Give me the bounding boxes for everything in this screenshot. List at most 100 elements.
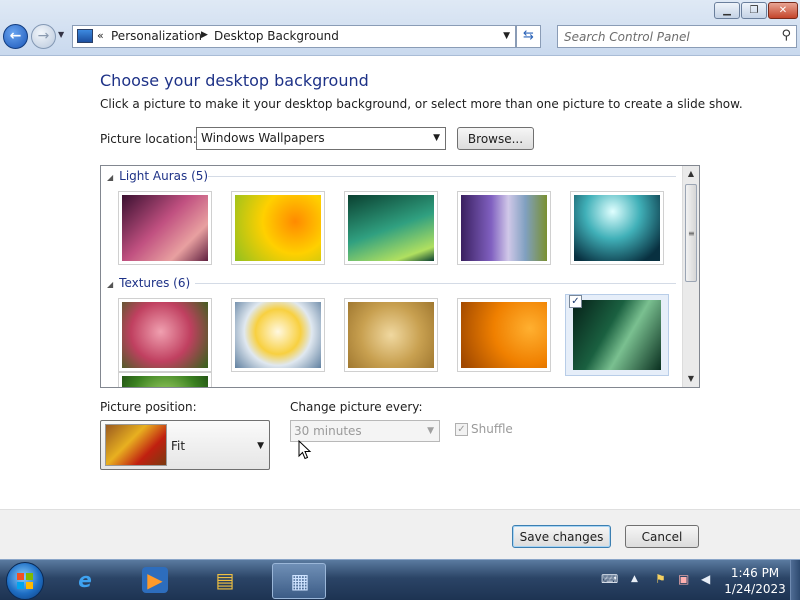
wallpaper-thumb[interactable] (570, 191, 664, 265)
wallpaper-thumb[interactable] (118, 298, 212, 372)
wallpaper-thumb[interactable] (231, 191, 325, 265)
show-hidden-icons-icon[interactable]: ▲ (631, 574, 638, 584)
internet-explorer-icon: e (78, 568, 92, 592)
picture-position-select[interactable]: Fit ▼ (100, 420, 270, 470)
wallpaper-thumb[interactable] (457, 191, 551, 265)
cursor-arrow-icon (298, 439, 312, 460)
change-picture-interval-select[interactable]: 30 minutes ▼ (290, 420, 440, 442)
breadcrumb-desktop-background[interactable]: Desktop Background (214, 29, 339, 43)
media-player-icon: ▶ (142, 567, 168, 593)
scroll-thumb[interactable]: ≡ (685, 184, 697, 282)
refresh-button[interactable]: ⇆ (516, 25, 541, 48)
picture-position-label: Picture position: (100, 400, 197, 414)
wallpaper-image (122, 195, 208, 261)
wallpaper-thumb[interactable] (118, 191, 212, 265)
taskbar: e ▶ ▤ ▦ ⌨ ▲ ⚑ ▣ ◀ 1:46 PM 1/24/2023 (0, 559, 800, 600)
picture-location-label: Picture location: (100, 132, 197, 146)
maximize-button[interactable]: ❐ (741, 2, 767, 19)
breadcrumb-overflow-icon[interactable]: « (97, 29, 104, 42)
forward-button[interactable]: → (31, 24, 56, 49)
search-icon[interactable]: ⚲ (781, 28, 791, 43)
chevron-down-icon: ▼ (427, 426, 434, 436)
clock-time[interactable]: 1:46 PM (730, 566, 780, 580)
picture-location-value: Windows Wallpapers (201, 131, 325, 145)
breadcrumb-arrow-icon[interactable]: ▶ (201, 30, 208, 40)
taskbar-file-explorer[interactable]: ▤ (198, 563, 252, 599)
wallpaper-image (122, 376, 208, 387)
group-divider (208, 176, 676, 177)
gallery-scrollbar[interactable]: ▲ ≡ ▼ (682, 166, 699, 387)
shuffle-label[interactable]: Shuffle (471, 422, 513, 436)
scroll-grip-icon: ≡ (688, 229, 695, 238)
wallpaper-thumb-selected[interactable]: ✓ (565, 294, 669, 376)
group-name: Light Auras (5) (119, 169, 209, 183)
show-desktop-button[interactable] (790, 560, 800, 600)
selected-checkbox[interactable]: ✓ (569, 295, 582, 308)
back-button[interactable]: ← (3, 24, 28, 49)
search-input[interactable] (562, 29, 772, 45)
interval-value: 30 minutes (294, 424, 362, 438)
browse-button[interactable]: Browse... (457, 127, 534, 150)
wallpaper-thumb[interactable] (231, 298, 325, 372)
title-bar: ▁ ❐ ✕ ← → ▼ « Personalization ▶ Desktop … (0, 0, 800, 56)
clock-date[interactable]: 1/24/2023 (722, 582, 788, 596)
collapse-triangle-icon[interactable]: ◢ (107, 173, 113, 182)
picture-location-select[interactable]: Windows Wallpapers ▼ (196, 127, 446, 150)
change-picture-label: Change picture every: (290, 400, 423, 414)
page-description: Click a picture to make it your desktop … (100, 97, 743, 111)
taskbar-media-player[interactable]: ▶ (128, 563, 182, 599)
wallpaper-image (574, 195, 660, 261)
close-button[interactable]: ✕ (768, 2, 798, 19)
wallpaper-thumb[interactable] (118, 372, 212, 387)
back-arrow-icon: ← (9, 28, 22, 44)
wallpaper-thumb[interactable] (457, 298, 551, 372)
wallpaper-image (122, 302, 208, 368)
taskbar-control-panel[interactable]: ▦ (272, 563, 326, 599)
recent-pages-dropdown[interactable]: ▼ (58, 30, 64, 39)
wallpaper-image (235, 302, 321, 368)
chevron-down-icon: ▼ (433, 133, 440, 143)
wallpaper-image (235, 195, 321, 261)
wallpaper-image (348, 302, 434, 368)
chevron-down-icon: ▼ (257, 441, 264, 451)
breadcrumb-personalization[interactable]: Personalization (111, 29, 202, 43)
page-title: Choose your desktop background (100, 71, 369, 90)
shuffle-checkbox[interactable]: ✓ (455, 423, 468, 436)
dialog-footer: Save changes Cancel (0, 509, 800, 559)
wallpaper-gallery: ◢ Light Auras (5) ◢ Textures (6) ✓ ▲ ≡ ▼ (100, 165, 700, 388)
group-header-textures[interactable]: ◢ Textures (6) (107, 276, 190, 290)
windows-logo-icon (17, 573, 33, 589)
minimize-button[interactable]: ▁ (714, 2, 740, 19)
wallpaper-image (348, 195, 434, 261)
wallpaper-thumb[interactable] (344, 298, 438, 372)
action-center-flag-icon[interactable]: ⚑ (655, 572, 666, 586)
keyboard-icon[interactable]: ⌨ (601, 572, 618, 586)
forward-arrow-icon: → (37, 28, 50, 44)
position-preview-image (105, 424, 167, 466)
folder-icon: ▤ (215, 568, 235, 592)
save-changes-button[interactable]: Save changes (512, 525, 611, 548)
scroll-up-icon[interactable]: ▲ (683, 166, 699, 182)
wallpaper-image (461, 195, 547, 261)
start-button[interactable] (6, 562, 44, 600)
cancel-button[interactable]: Cancel (625, 525, 699, 548)
mouse-cursor-icon (298, 439, 312, 464)
group-name: Textures (6) (119, 276, 191, 290)
wallpaper-thumb[interactable] (344, 191, 438, 265)
control-panel-icon: ▦ (290, 569, 310, 593)
scroll-down-icon[interactable]: ▼ (683, 371, 699, 387)
group-divider (195, 283, 676, 284)
control-panel-icon (77, 29, 93, 43)
address-dropdown-icon[interactable]: ▼ (503, 31, 510, 41)
network-icon[interactable]: ▣ (678, 572, 689, 586)
collapse-triangle-icon[interactable]: ◢ (107, 280, 113, 289)
picture-position-value: Fit (171, 439, 186, 453)
group-header-light-auras[interactable]: ◢ Light Auras (5) (107, 169, 208, 183)
taskbar-internet-explorer[interactable]: e (58, 563, 112, 599)
volume-icon[interactable]: ◀ (701, 572, 710, 586)
wallpaper-image (573, 300, 661, 370)
refresh-icon: ⇆ (523, 28, 534, 43)
wallpaper-image (461, 302, 547, 368)
address-bar[interactable]: « Personalization ▶ Desktop Background ▼ (72, 25, 516, 48)
search-box[interactable]: ⚲ (557, 25, 797, 48)
